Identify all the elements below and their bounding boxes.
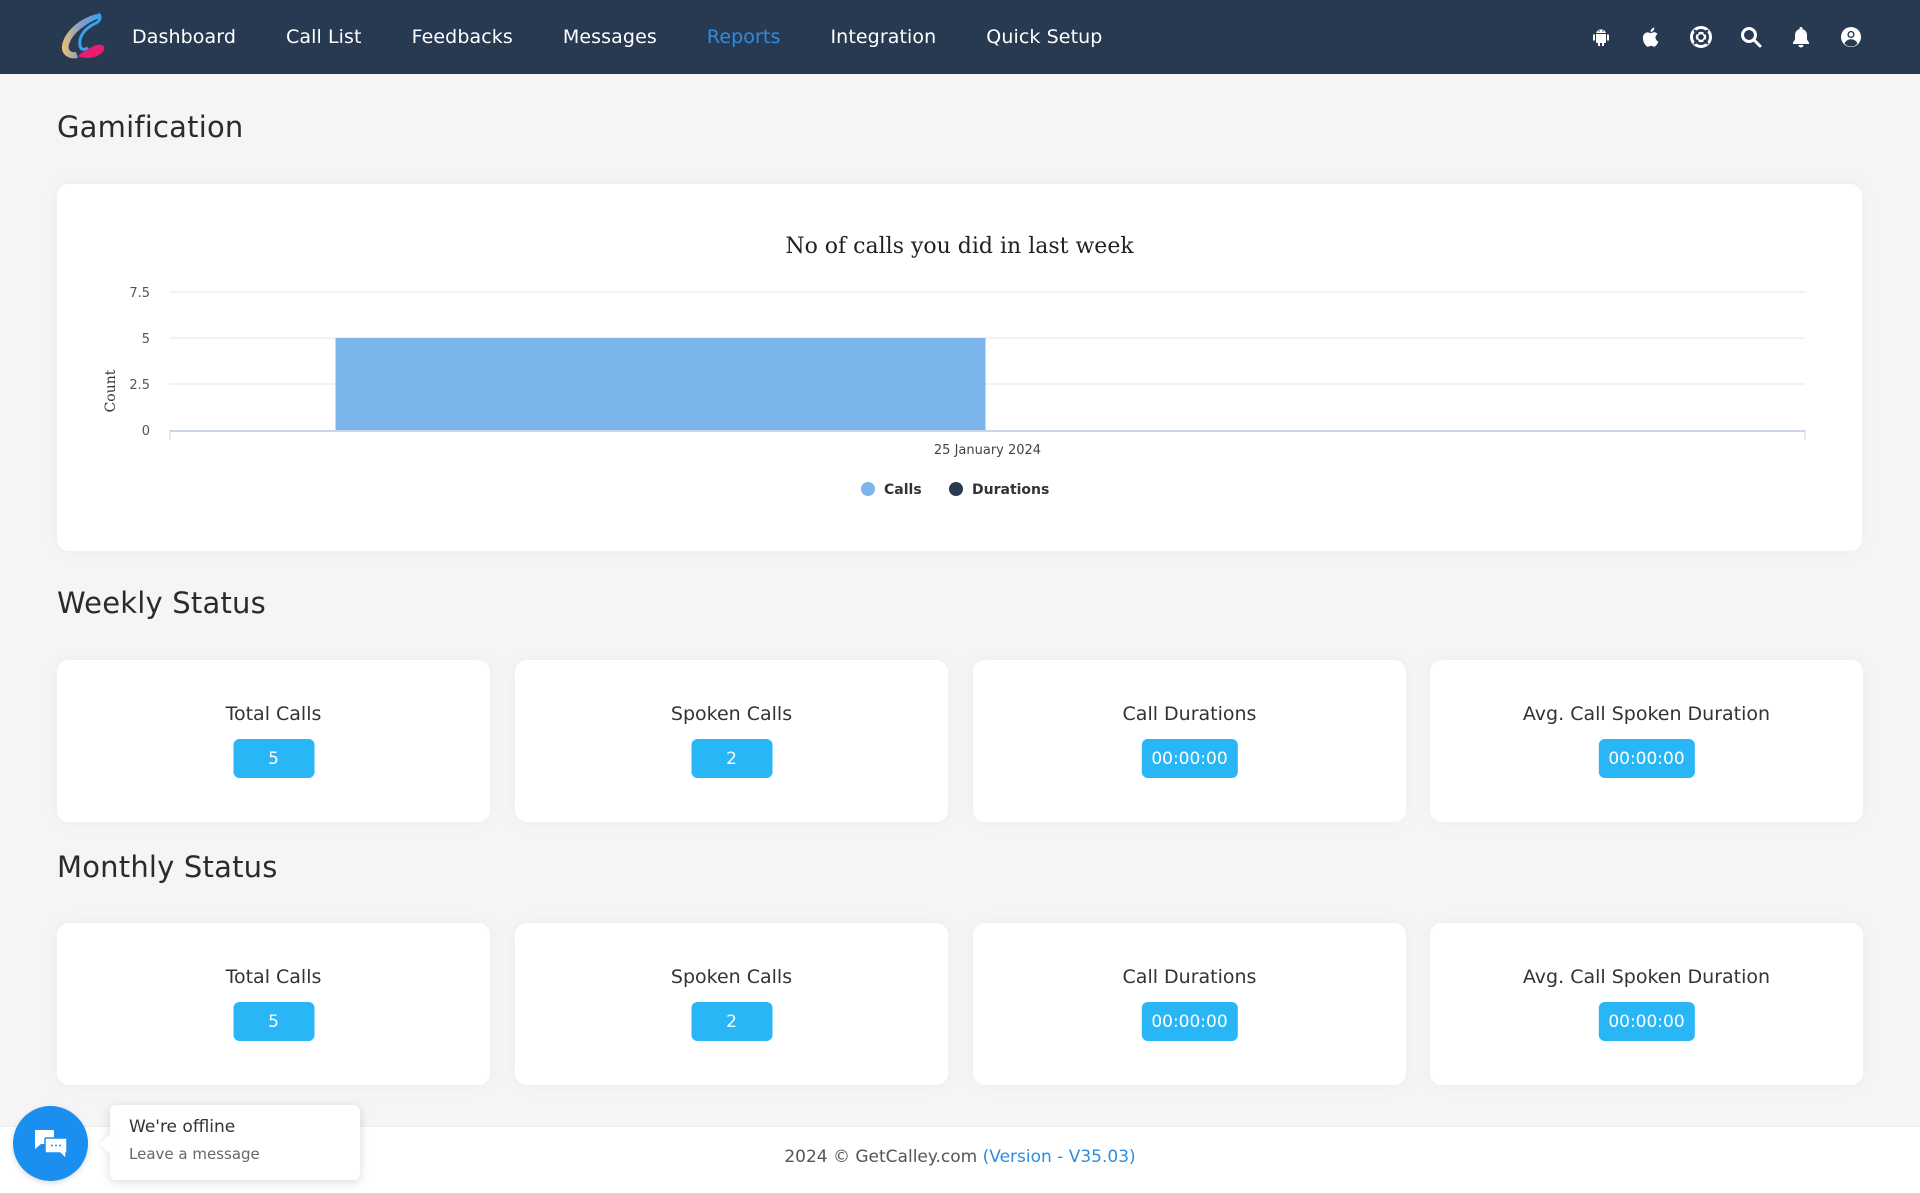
chat-offline-title: We're offline	[129, 1117, 236, 1137]
stat-label: Call Durations	[1122, 966, 1257, 988]
android-icon[interactable]	[1588, 24, 1614, 50]
monthly-spoken-calls-card: Spoken Calls 2	[515, 923, 948, 1085]
stat-label: Avg. Call Spoken Duration	[1522, 966, 1771, 988]
stat-label: Call Durations	[1122, 703, 1257, 725]
nav-quick-setup[interactable]: Quick Setup	[986, 26, 1102, 48]
stat-value-badge: 5	[233, 1002, 314, 1041]
footer-version-link[interactable]: (Version - V35.03)	[983, 1147, 1136, 1167]
nav-call-list[interactable]: Call List	[286, 26, 362, 48]
stat-value-badge: 00:00:00	[1141, 1002, 1238, 1041]
weekly-call-durations-card: Call Durations 00:00:00	[973, 660, 1406, 822]
nav-icons	[1564, 0, 1864, 74]
monthly-total-calls-card: Total Calls 5	[57, 923, 490, 1085]
stat-value-badge: 2	[691, 1002, 772, 1041]
stat-value-badge: 5	[233, 739, 314, 778]
weekly-status-title: Weekly Status	[57, 586, 266, 620]
apple-icon[interactable]	[1638, 24, 1664, 50]
top-navbar: Dashboard Call List Feedbacks Messages R…	[0, 0, 1920, 74]
chat-leave-message: Leave a message	[129, 1145, 260, 1163]
nav-reports[interactable]: Reports	[707, 26, 781, 48]
stat-label: Total Calls	[225, 703, 322, 725]
chat-offline-bubble[interactable]: We're offline Leave a message	[110, 1105, 360, 1180]
weekly-total-calls-card: Total Calls 5	[57, 660, 490, 822]
monthly-call-durations-card: Call Durations 00:00:00	[973, 923, 1406, 1085]
nav-integration[interactable]: Integration	[830, 26, 936, 48]
bar-calls	[335, 338, 986, 430]
user-icon[interactable]	[1838, 24, 1864, 50]
stat-value-badge: 00:00:00	[1141, 739, 1238, 778]
main-nav: Dashboard Call List Feedbacks Messages R…	[132, 0, 1152, 74]
weekly-spoken-calls-card: Spoken Calls 2	[515, 660, 948, 822]
stat-label: Avg. Call Spoken Duration	[1522, 703, 1771, 725]
footer-copyright: 2024 © GetCalley.com	[784, 1147, 983, 1167]
legend-label-calls: Calls	[884, 482, 922, 498]
lifebuoy-icon[interactable]	[1688, 24, 1714, 50]
stat-label: Spoken Calls	[670, 703, 793, 725]
y-tick-label: 2.5	[129, 378, 150, 393]
stat-label: Total Calls	[225, 966, 322, 988]
calls-bar-chart: 0 2.5 5 7.5 Count 25 January 2024 Calls Duratio…	[103, 286, 1806, 498]
y-tick-label: 7.5	[129, 286, 150, 301]
gamification-chart-card: No of calls you did in last week 0 2.5 5 7.…	[57, 184, 1862, 551]
y-axis-label: Count	[103, 369, 119, 412]
y-tick-label: 0	[142, 424, 150, 439]
monthly-avg-spoken-duration-card: Avg. Call Spoken Duration 00:00:00	[1430, 923, 1863, 1085]
weekly-avg-spoken-duration-card: Avg. Call Spoken Duration 00:00:00	[1430, 660, 1863, 822]
nav-feedbacks[interactable]: Feedbacks	[412, 26, 513, 48]
nav-messages[interactable]: Messages	[563, 26, 657, 48]
stat-value-badge: 00:00:00	[1598, 739, 1695, 778]
monthly-status-title: Monthly Status	[57, 850, 278, 884]
x-tick-label: 25 January 2024	[934, 443, 1041, 458]
stat-value-badge: 2	[691, 739, 772, 778]
getcalley-logo[interactable]	[54, 10, 110, 64]
bell-icon[interactable]	[1788, 24, 1814, 50]
y-tick-label: 5	[142, 332, 150, 347]
legend-marker-durations	[949, 482, 963, 496]
gamification-title: Gamification	[57, 110, 244, 144]
nav-dashboard[interactable]: Dashboard	[132, 26, 236, 48]
stat-label: Spoken Calls	[670, 966, 793, 988]
chat-bubbles-icon	[34, 1129, 68, 1161]
legend-label-durations: Durations	[972, 482, 1049, 498]
chat-widget-button[interactable]	[13, 1106, 88, 1181]
stat-value-badge: 00:00:00	[1598, 1002, 1695, 1041]
search-icon[interactable]	[1738, 24, 1764, 50]
legend-marker-calls	[861, 482, 875, 496]
